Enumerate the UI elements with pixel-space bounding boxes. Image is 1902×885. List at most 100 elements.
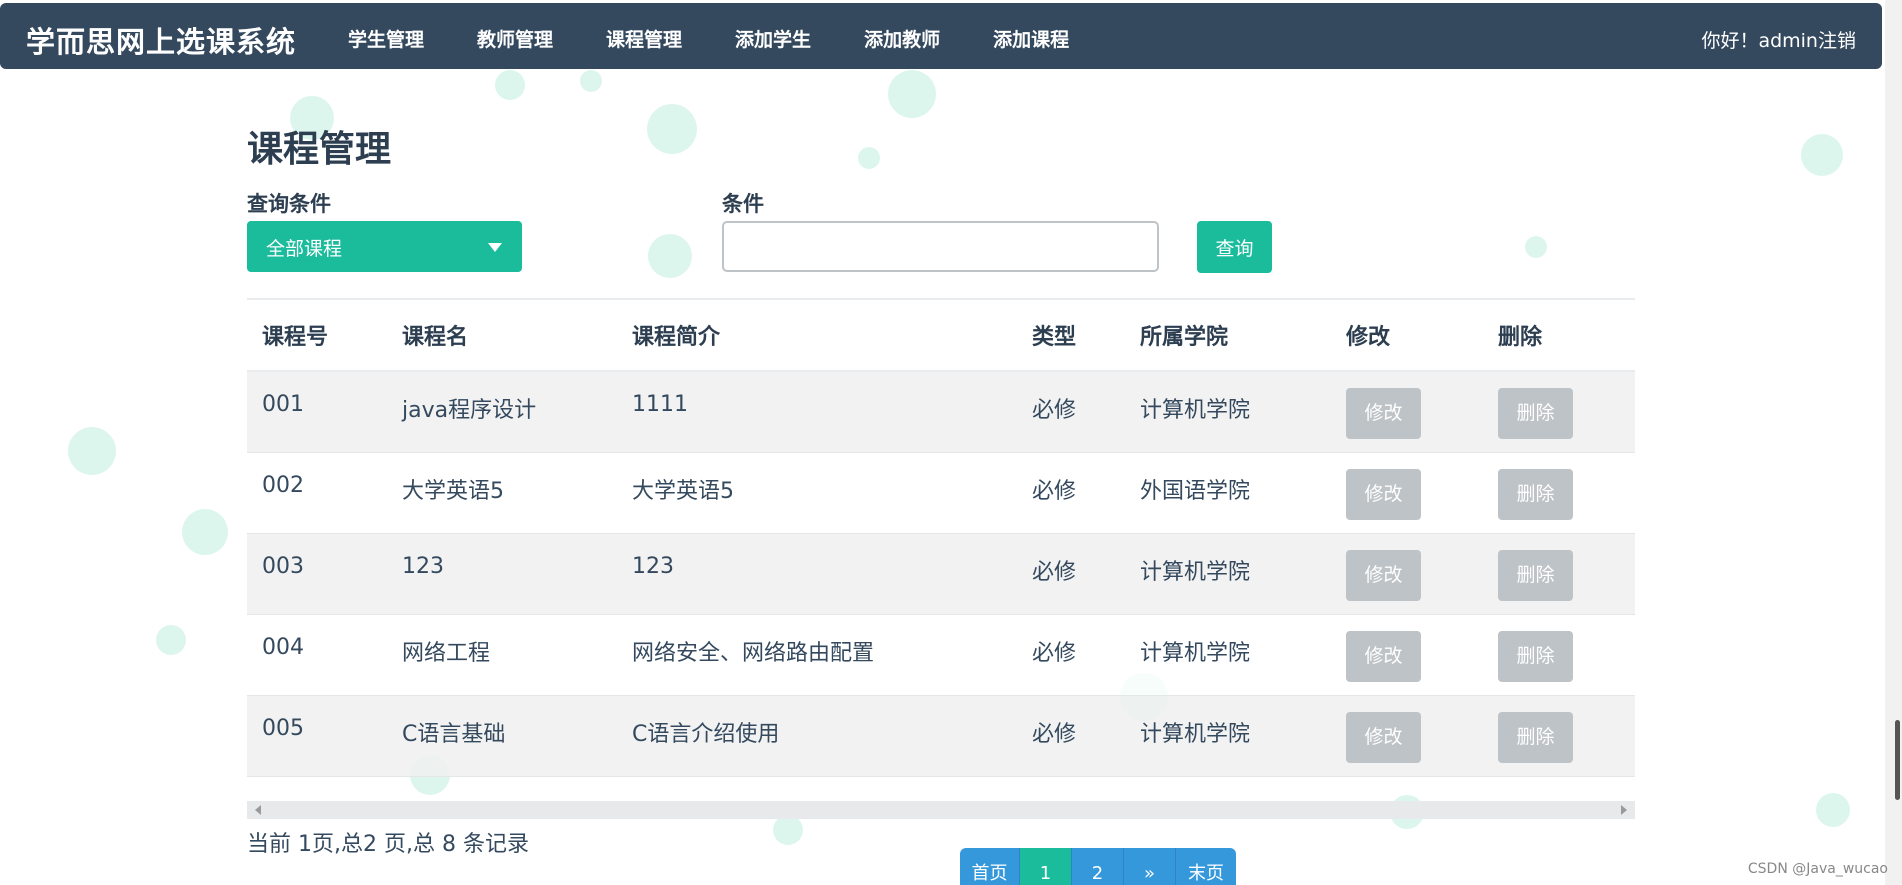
- next-page-button[interactable]: »: [1124, 848, 1176, 885]
- decorative-bubble: [648, 234, 692, 278]
- cell-course-intro: C语言介绍使用: [617, 695, 1017, 777]
- cell-college: 计算机学院: [1125, 371, 1331, 453]
- decorative-bubble: [888, 70, 936, 118]
- nav-item-add-student[interactable]: 添加学生: [735, 25, 811, 52]
- cell-edit: 修改: [1331, 614, 1483, 696]
- cell-edit: 修改: [1331, 695, 1483, 777]
- header-college: 所属学院: [1125, 298, 1331, 372]
- vertical-scrollbar[interactable]: [1885, 0, 1902, 885]
- cell-type: 必修: [1017, 695, 1125, 777]
- decorative-bubble: [858, 147, 880, 169]
- app-brand[interactable]: 学而思网上选课系统: [26, 19, 296, 61]
- edit-button[interactable]: 修改: [1346, 388, 1421, 439]
- watermark: CSDN @Java_wucao: [1747, 861, 1888, 877]
- caret-down-icon: [488, 243, 502, 252]
- cell-course-intro: 大学英语5: [617, 452, 1017, 534]
- cell-edit: 修改: [1331, 371, 1483, 453]
- cell-delete: 删除: [1483, 452, 1635, 534]
- nav-item-student-management[interactable]: 学生管理: [348, 25, 424, 52]
- header-course-name: 课程名: [387, 298, 617, 372]
- course-table-container: 课程号 课程名 课程简介 类型 所属学院 修改 删除 001 java程序设计 …: [247, 298, 1635, 777]
- cell-delete: 删除: [1483, 533, 1635, 615]
- table-header-row: 课程号 课程名 课程简介 类型 所属学院 修改 删除: [247, 298, 1635, 372]
- query-condition-select[interactable]: 全部课程: [247, 221, 522, 272]
- decorative-bubble: [1525, 236, 1547, 258]
- last-page-button[interactable]: 末页: [1176, 848, 1236, 885]
- condition-input[interactable]: [722, 221, 1159, 272]
- first-page-button[interactable]: 首页: [960, 848, 1020, 885]
- edit-button[interactable]: 修改: [1346, 711, 1421, 763]
- header-type: 类型: [1017, 298, 1125, 372]
- condition-label: 条件: [722, 192, 764, 216]
- decorative-bubble: [773, 815, 803, 845]
- query-button[interactable]: 查询: [1197, 221, 1272, 273]
- cell-course-id: 004: [247, 614, 387, 696]
- cell-course-name: C语言基础: [387, 695, 617, 777]
- edit-button[interactable]: 修改: [1346, 630, 1421, 682]
- cell-course-id: 003: [247, 533, 387, 615]
- delete-button[interactable]: 删除: [1498, 388, 1573, 439]
- cell-edit: 修改: [1331, 452, 1483, 534]
- delete-button[interactable]: 删除: [1498, 549, 1573, 601]
- nav-item-teacher-management[interactable]: 教师管理: [477, 25, 553, 52]
- table-row: 001 java程序设计 1111 必修 计算机学院 修改 删除: [247, 371, 1635, 453]
- nav-item-add-teacher[interactable]: 添加教师: [864, 25, 940, 52]
- pagination: 首页 1 2 » 末页: [960, 848, 1236, 885]
- cell-delete: 删除: [1483, 614, 1635, 696]
- decorative-bubble: [495, 70, 525, 100]
- horizontal-scrollbar[interactable]: [247, 801, 1635, 819]
- cell-delete: 删除: [1483, 371, 1635, 453]
- cell-edit: 修改: [1331, 533, 1483, 615]
- nav-menu: 学生管理 教师管理 课程管理 添加学生 添加教师 添加课程: [348, 25, 1122, 52]
- delete-button[interactable]: 删除: [1498, 468, 1573, 520]
- cell-course-id: 002: [247, 452, 387, 534]
- header-course-id: 课程号: [247, 298, 387, 372]
- cell-type: 必修: [1017, 371, 1125, 453]
- cell-type: 必修: [1017, 533, 1125, 615]
- logout-link[interactable]: 注销: [1818, 30, 1856, 52]
- edit-button[interactable]: 修改: [1346, 468, 1421, 520]
- query-condition-label: 查询条件: [247, 192, 331, 216]
- page-2-button[interactable]: 2: [1072, 848, 1124, 885]
- pagination-info: 当前 1页,总2 页,总 8 条记录: [247, 832, 529, 857]
- nav-item-add-course[interactable]: 添加课程: [993, 25, 1069, 52]
- cell-course-intro: 1111: [617, 371, 1017, 453]
- nav-item-course-management[interactable]: 课程管理: [606, 25, 682, 52]
- cell-course-intro: 123: [617, 533, 1017, 615]
- cell-course-name: java程序设计: [387, 371, 617, 453]
- page-1-button[interactable]: 1: [1020, 848, 1072, 885]
- course-table: 课程号 课程名 课程简介 类型 所属学院 修改 删除 001 java程序设计 …: [247, 298, 1635, 777]
- table-row: 003 123 123 必修 计算机学院 修改 删除: [247, 533, 1635, 615]
- decorative-bubble: [580, 70, 602, 92]
- header-edit: 修改: [1331, 298, 1483, 372]
- user-greeting: 你好！admin: [1701, 30, 1818, 52]
- page-title: 课程管理: [247, 129, 392, 170]
- table-row: 002 大学英语5 大学英语5 必修 外国语学院 修改 删除: [247, 452, 1635, 534]
- delete-button[interactable]: 删除: [1498, 711, 1573, 763]
- scroll-right-arrow-icon[interactable]: [1621, 805, 1627, 815]
- cell-type: 必修: [1017, 614, 1125, 696]
- decorative-bubble: [182, 509, 228, 555]
- cell-course-name: 大学英语5: [387, 452, 617, 534]
- scroll-left-arrow-icon[interactable]: [255, 805, 261, 815]
- top-navbar: 学而思网上选课系统 学生管理 教师管理 课程管理 添加学生 添加教师 添加课程 …: [0, 3, 1882, 69]
- cell-college: 计算机学院: [1125, 614, 1331, 696]
- cell-college: 计算机学院: [1125, 533, 1331, 615]
- edit-button[interactable]: 修改: [1346, 549, 1421, 601]
- table-row: 005 C语言基础 C语言介绍使用 必修 计算机学院 修改 删除: [247, 695, 1635, 777]
- cell-type: 必修: [1017, 452, 1125, 534]
- scrollbar-thumb[interactable]: [1895, 720, 1900, 800]
- table-row: 004 网络工程 网络安全、网络路由配置 必修 计算机学院 修改 删除: [247, 614, 1635, 696]
- header-delete: 删除: [1483, 298, 1635, 372]
- cell-delete: 删除: [1483, 695, 1635, 777]
- cell-course-intro: 网络安全、网络路由配置: [617, 614, 1017, 696]
- decorative-bubble: [156, 625, 186, 655]
- cell-course-id: 005: [247, 695, 387, 777]
- decorative-bubble: [1801, 134, 1843, 176]
- query-condition-value: 全部课程: [266, 238, 343, 260]
- cell-college: 计算机学院: [1125, 695, 1331, 777]
- decorative-bubble: [68, 427, 116, 475]
- decorative-bubble: [1816, 793, 1850, 827]
- delete-button[interactable]: 删除: [1498, 630, 1573, 682]
- header-course-intro: 课程简介: [617, 298, 1017, 372]
